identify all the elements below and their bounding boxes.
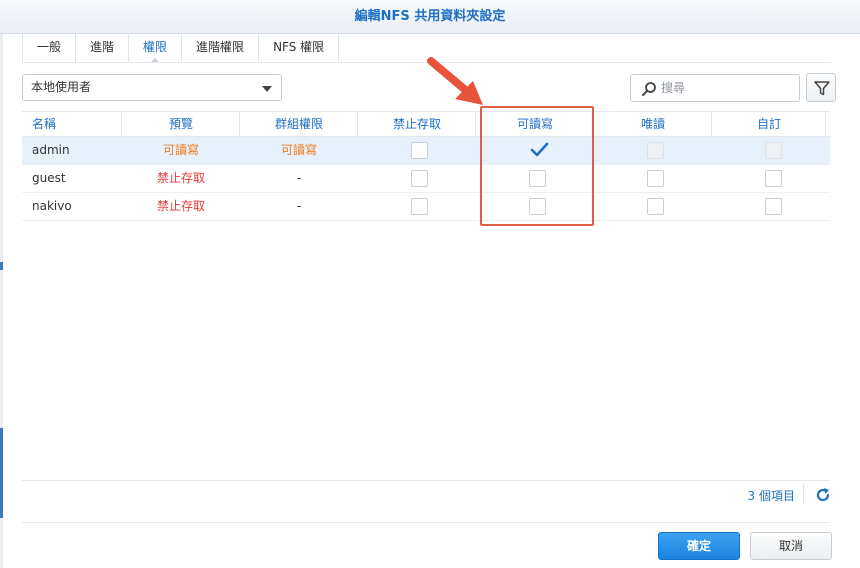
deny-checkbox[interactable]: [411, 198, 428, 215]
dialog-title: 編輯NFS 共用資料夾設定: [0, 0, 860, 34]
annotation-highlight-box: [480, 106, 594, 226]
custom-checkbox[interactable]: [765, 170, 782, 187]
cancel-button[interactable]: 取消: [750, 532, 832, 560]
table-row[interactable]: guest 禁止存取 -: [22, 165, 830, 193]
item-count: 3 個項目: [747, 489, 795, 503]
group-permission: 可讀寫: [280, 143, 317, 157]
custom-checkbox[interactable]: [765, 198, 782, 215]
column-header-custom[interactable]: 自訂: [712, 112, 826, 136]
custom-checkbox: [765, 142, 782, 159]
tab-advanced[interactable]: 進階: [76, 34, 130, 62]
tab-nfs-permissions[interactable]: NFS 權限: [259, 34, 340, 62]
permissions-table: 名稱 預覽 群組權限 禁止存取 可讀寫 唯讀 自訂 admin 可讀寫 可讀寫 …: [22, 111, 830, 221]
magnifier-icon: [642, 82, 656, 96]
column-header-preview[interactable]: 預覽: [122, 112, 240, 136]
table-row[interactable]: nakivo 禁止存取 -: [22, 193, 830, 221]
red-arrow-icon: [427, 57, 483, 105]
column-header-name[interactable]: 名稱: [22, 112, 122, 136]
search-input[interactable]: [661, 79, 791, 97]
read-only-checkbox[interactable]: [647, 170, 664, 187]
footer-separator: [803, 484, 804, 504]
tab-permissions[interactable]: 權限: [129, 34, 183, 63]
background-accent: [0, 262, 3, 270]
tab-bar: 一般 進階 權限 進階權限 NFS 權限: [22, 34, 340, 63]
preview-permission: 禁止存取: [156, 171, 205, 185]
refresh-icon[interactable]: [815, 487, 831, 503]
group-permission: -: [296, 199, 302, 213]
preview-permission: 禁止存取: [156, 199, 205, 213]
deny-checkbox[interactable]: [411, 142, 428, 159]
user-name: admin: [32, 143, 70, 157]
caret-down-icon: [262, 86, 272, 92]
search-box[interactable]: [630, 74, 800, 102]
column-header-group-permission[interactable]: 群組權限: [240, 112, 358, 136]
background-accent: [0, 428, 3, 518]
filter-button[interactable]: [806, 73, 836, 102]
background-window-edge: [0, 0, 3, 568]
user-type-select[interactable]: 本地使用者: [22, 74, 282, 101]
group-permission: -: [296, 171, 302, 185]
user-name: nakivo: [32, 199, 72, 213]
read-only-checkbox: [647, 142, 664, 159]
funnel-icon: [814, 81, 830, 96]
preview-permission: 可讀寫: [162, 143, 199, 157]
table-row[interactable]: admin 可讀寫 可讀寫: [22, 137, 830, 165]
user-name: guest: [32, 171, 66, 185]
ok-button[interactable]: 確定: [658, 532, 740, 560]
column-header-deny[interactable]: 禁止存取: [358, 112, 476, 136]
footer-divider: [22, 480, 830, 481]
deny-checkbox[interactable]: [411, 170, 428, 187]
button-bar-divider: [22, 522, 830, 523]
read-only-checkbox[interactable]: [647, 198, 664, 215]
tab-general[interactable]: 一般: [23, 34, 77, 62]
column-header-read-only[interactable]: 唯讀: [594, 112, 712, 136]
tab-advanced-permissions[interactable]: 進階權限: [182, 34, 260, 62]
user-type-select-value: 本地使用者: [31, 80, 92, 94]
